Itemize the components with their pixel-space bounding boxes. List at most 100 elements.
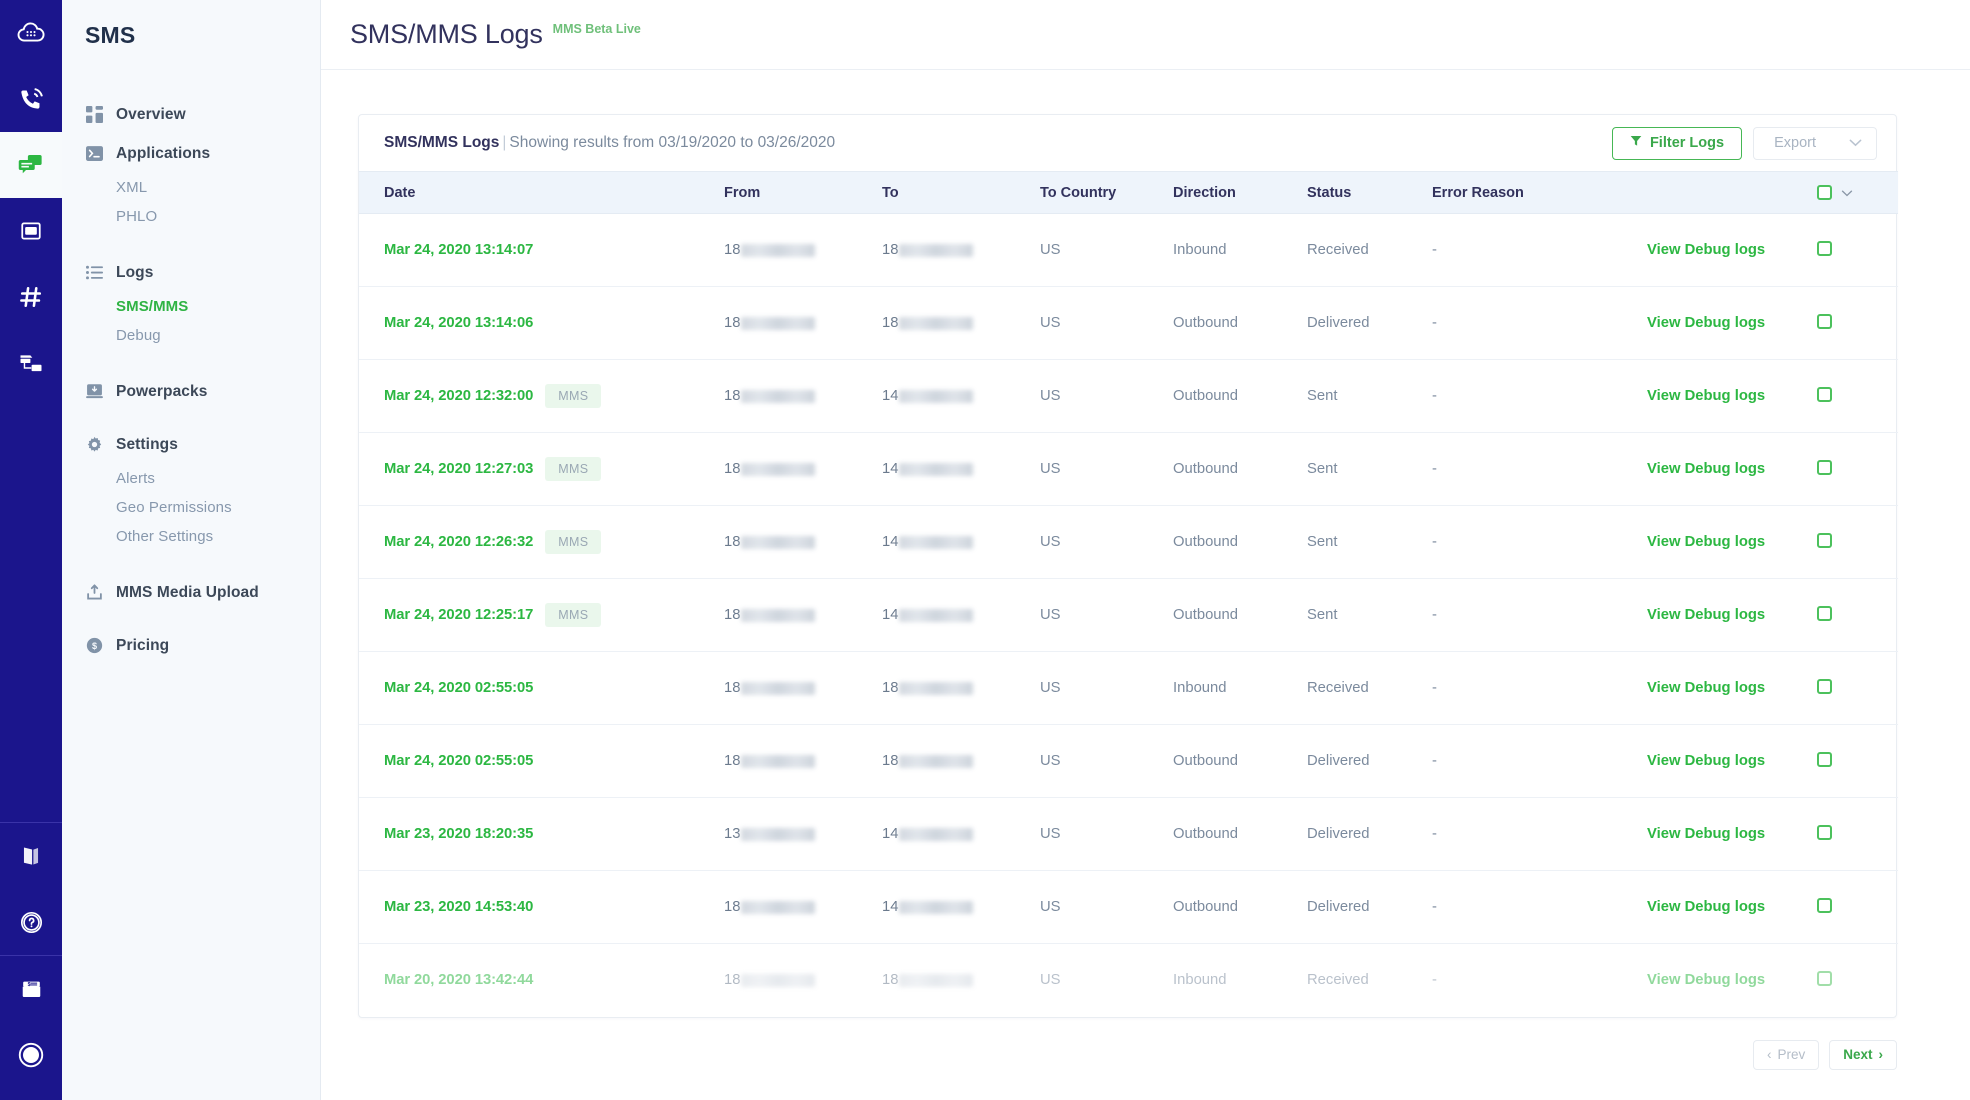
sidebar-item-overview[interactable]: Overview	[62, 95, 320, 134]
phlo-flow-icon[interactable]	[0, 330, 62, 396]
column-header-status[interactable]: Status	[1307, 171, 1432, 214]
hash-number-icon[interactable]	[0, 264, 62, 330]
sidebar-item-powerpacks[interactable]: Powerpacks	[62, 372, 320, 411]
row-checkbox[interactable]	[1817, 532, 1832, 548]
cell-to-country: US	[1040, 724, 1173, 798]
column-header-from[interactable]: From	[724, 171, 882, 214]
from-number: 13	[724, 826, 816, 842]
cell-debug-link: View Debug logs	[1647, 432, 1817, 506]
redacted-number	[899, 608, 974, 622]
table-row[interactable]: Mar 20, 2020 13:42:44 18 18 US Inbound Receiv…	[359, 944, 1898, 1017]
pagination: ‹ Prev Next ›	[358, 1039, 1897, 1070]
row-checkbox[interactable]	[1817, 313, 1832, 329]
table-row[interactable]: Mar 24, 2020 02:55:05 18 18 US Outbound Deliv…	[359, 724, 1898, 798]
billing-envelope-icon[interactable]: $	[0, 956, 62, 1022]
view-debug-logs-link[interactable]: View Debug logs	[1647, 607, 1765, 623]
column-header-date[interactable]: Date	[359, 171, 724, 214]
chevron-left-icon: ‹	[1766, 1047, 1772, 1062]
redacted-number	[899, 827, 974, 841]
sidebar-item-applications[interactable]: Applications	[62, 134, 320, 173]
table-row[interactable]: Mar 24, 2020 12:26:32 MMS 18 14 US Outbound Se…	[359, 505, 1898, 579]
table-row[interactable]: Mar 23, 2020 14:53:40 18 14 US Outbound Deliv…	[359, 870, 1898, 944]
cell-error-reason: -	[1432, 972, 1437, 989]
nav-gap	[62, 551, 320, 573]
cell-select	[1817, 724, 1898, 798]
redacted-number	[741, 608, 816, 622]
sidebar-subitem-sms-mms[interactable]: SMS/MMS	[62, 292, 320, 321]
to-number: 14	[882, 826, 974, 842]
sidebar-subitem-debug[interactable]: Debug	[62, 321, 320, 350]
table-row[interactable]: Mar 24, 2020 12:27:03 MMS 18 14 US Outbound Se…	[359, 432, 1898, 506]
cell-status: Delivered	[1307, 724, 1432, 798]
sip-icon[interactable]: SIP	[0, 198, 62, 264]
phone-voice-icon[interactable]	[0, 66, 62, 132]
chevron-down-icon[interactable]	[1841, 185, 1853, 200]
row-checkbox[interactable]	[1817, 459, 1832, 475]
cell-direction: Outbound	[1173, 432, 1307, 506]
row-checkbox[interactable]	[1817, 824, 1832, 840]
column-header-to-country[interactable]: To Country	[1040, 171, 1173, 214]
export-label: Export	[1774, 135, 1816, 151]
next-page-button[interactable]: Next ›	[1829, 1039, 1897, 1070]
help-question-icon[interactable]	[0, 889, 62, 955]
view-debug-logs-link[interactable]: View Debug logs	[1647, 680, 1765, 696]
cell-to: 14	[882, 870, 1040, 944]
cell-to-country: US	[1040, 651, 1173, 725]
sidebar-item-settings[interactable]: Settings	[62, 425, 320, 464]
column-header-error-reason[interactable]: Error Reason	[1432, 171, 1647, 214]
sidebar-subitem-alerts[interactable]: Alerts	[62, 464, 320, 493]
table-row[interactable]: Mar 23, 2020 18:20:35 13 14 US Outbound Deliv…	[359, 797, 1898, 871]
chevron-right-icon: ›	[1878, 1047, 1884, 1062]
from-number: 18	[724, 315, 816, 331]
docs-book-icon[interactable]	[0, 823, 62, 889]
view-debug-logs-link[interactable]: View Debug logs	[1647, 242, 1765, 258]
row-checkbox[interactable]	[1817, 897, 1832, 913]
cloud-keypad-icon[interactable]	[0, 0, 62, 66]
row-date: Mar 24, 2020 12:25:17	[384, 606, 534, 623]
sidebar-item-pricing[interactable]: $ Pricing	[62, 626, 320, 665]
view-debug-logs-link[interactable]: View Debug logs	[1647, 753, 1765, 769]
view-debug-logs-link[interactable]: View Debug logs	[1647, 315, 1765, 331]
sidebar-subitem-geo-permissions[interactable]: Geo Permissions	[62, 493, 320, 522]
from-prefix: 18	[724, 972, 741, 989]
select-all-checkbox[interactable]	[1817, 185, 1832, 200]
row-checkbox[interactable]	[1817, 678, 1832, 694]
table-row[interactable]: Mar 24, 2020 13:14:06 18 18 US Outbound Deliv…	[359, 286, 1898, 360]
table-row[interactable]: Mar 24, 2020 13:14:07 18 18 US Inbound Receiv…	[359, 213, 1898, 287]
account-circle-icon[interactable]	[0, 1022, 62, 1088]
row-checkbox[interactable]	[1817, 240, 1832, 256]
table-row[interactable]: Mar 24, 2020 12:32:00 MMS 18 14 US Outbound Se…	[359, 359, 1898, 433]
export-button[interactable]: Export	[1753, 126, 1877, 160]
redacted-number	[741, 462, 816, 476]
sidebar-subitem-xml[interactable]: XML	[62, 173, 320, 202]
sidebar-subitem-other-settings[interactable]: Other Settings	[62, 522, 320, 551]
sidebar-item-mms-media-upload[interactable]: MMS Media Upload	[62, 573, 320, 612]
column-header-direction[interactable]: Direction	[1173, 171, 1307, 214]
cell-to: 14	[882, 359, 1040, 433]
view-debug-logs-link[interactable]: View Debug logs	[1647, 972, 1765, 988]
sidebar-item-logs[interactable]: Logs	[62, 253, 320, 292]
cell-select	[1817, 944, 1898, 1017]
table-row[interactable]: Mar 24, 2020 02:55:05 18 18 US Inbound Receiv…	[359, 651, 1898, 725]
row-checkbox[interactable]	[1817, 751, 1832, 767]
view-debug-logs-link[interactable]: View Debug logs	[1647, 534, 1765, 550]
row-date: Mar 24, 2020 12:27:03	[384, 460, 534, 477]
row-checkbox[interactable]	[1817, 386, 1832, 402]
sidebar-nav: Overview Applications XML PHLO Logs SMS/…	[62, 95, 320, 665]
view-debug-logs-link[interactable]: View Debug logs	[1647, 899, 1765, 915]
messaging-icon[interactable]	[0, 132, 62, 198]
redacted-number	[899, 462, 974, 476]
row-checkbox[interactable]	[1817, 970, 1832, 986]
table-row[interactable]: Mar 24, 2020 12:25:17 MMS 18 14 US Outbound Se…	[359, 578, 1898, 652]
sidebar-subitem-phlo[interactable]: PHLO	[62, 202, 320, 231]
view-debug-logs-link[interactable]: View Debug logs	[1647, 461, 1765, 477]
view-debug-logs-link[interactable]: View Debug logs	[1647, 388, 1765, 404]
cell-from: 18	[724, 286, 882, 360]
row-checkbox[interactable]	[1817, 605, 1832, 621]
filter-logs-button[interactable]: Filter Logs	[1611, 126, 1743, 160]
column-header-to[interactable]: To	[882, 171, 1040, 214]
view-debug-logs-link[interactable]: View Debug logs	[1647, 826, 1765, 842]
prev-page-button[interactable]: ‹ Prev	[1752, 1039, 1820, 1070]
cell-date: Mar 24, 2020 12:32:00 MMS	[359, 359, 724, 433]
cell-to-country: US	[1040, 578, 1173, 652]
